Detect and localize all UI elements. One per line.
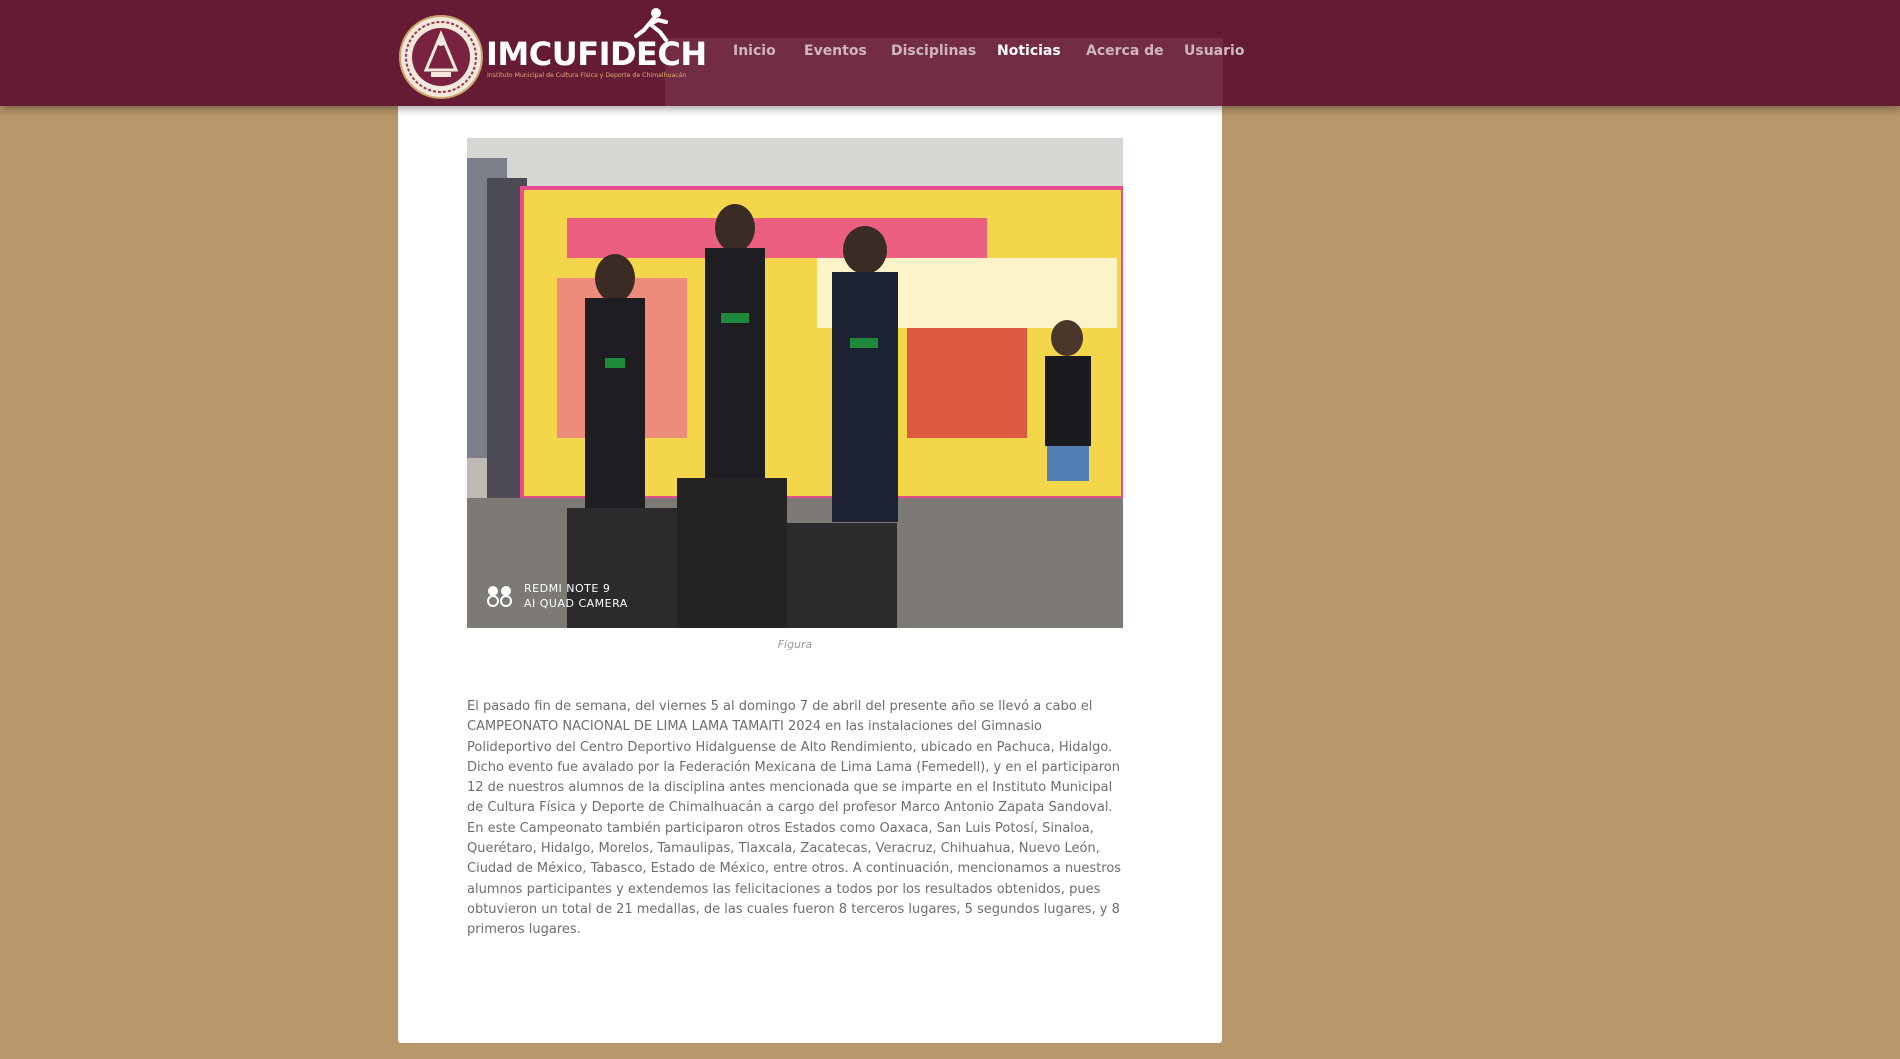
- site-header: IMCUFIDECH Instituto Municipal de Cultur…: [0, 0, 1900, 106]
- logo-subtitle: Instituto Municipal de Cultura Física y …: [487, 72, 687, 79]
- nav-item-acerca-de[interactable]: Acerca de: [1086, 43, 1164, 59]
- nav-item-noticias[interactable]: Noticias: [997, 43, 1061, 59]
- nav-item-eventos[interactable]: Eventos: [804, 43, 867, 59]
- site-logo[interactable]: IMCUFIDECH Instituto Municipal de Cultur…: [398, 6, 707, 102]
- article-image: REDMI NOTE 9 AI QUAD CAMERA: [467, 138, 1123, 628]
- logo-text: IMCUFIDECH: [486, 35, 707, 73]
- nav-item-inicio[interactable]: Inicio: [733, 43, 776, 59]
- article-body: El pasado fin de semana, del viernes 5 a…: [467, 699, 1122, 938]
- logo-emblem-icon: [399, 15, 483, 99]
- watermark-line-2: AI QUAD CAMERA: [524, 597, 628, 610]
- podium-photo-illustration: [467, 138, 1123, 628]
- nav-item-disciplinas[interactable]: Disciplinas: [891, 43, 976, 59]
- camera-lens-icon: [487, 586, 512, 607]
- athlete-figure-icon: [634, 8, 668, 42]
- nav-item-usuario[interactable]: Usuario: [1184, 43, 1244, 59]
- image-caption: Figura: [777, 638, 813, 651]
- watermark-line-1: REDMI NOTE 9: [524, 582, 611, 595]
